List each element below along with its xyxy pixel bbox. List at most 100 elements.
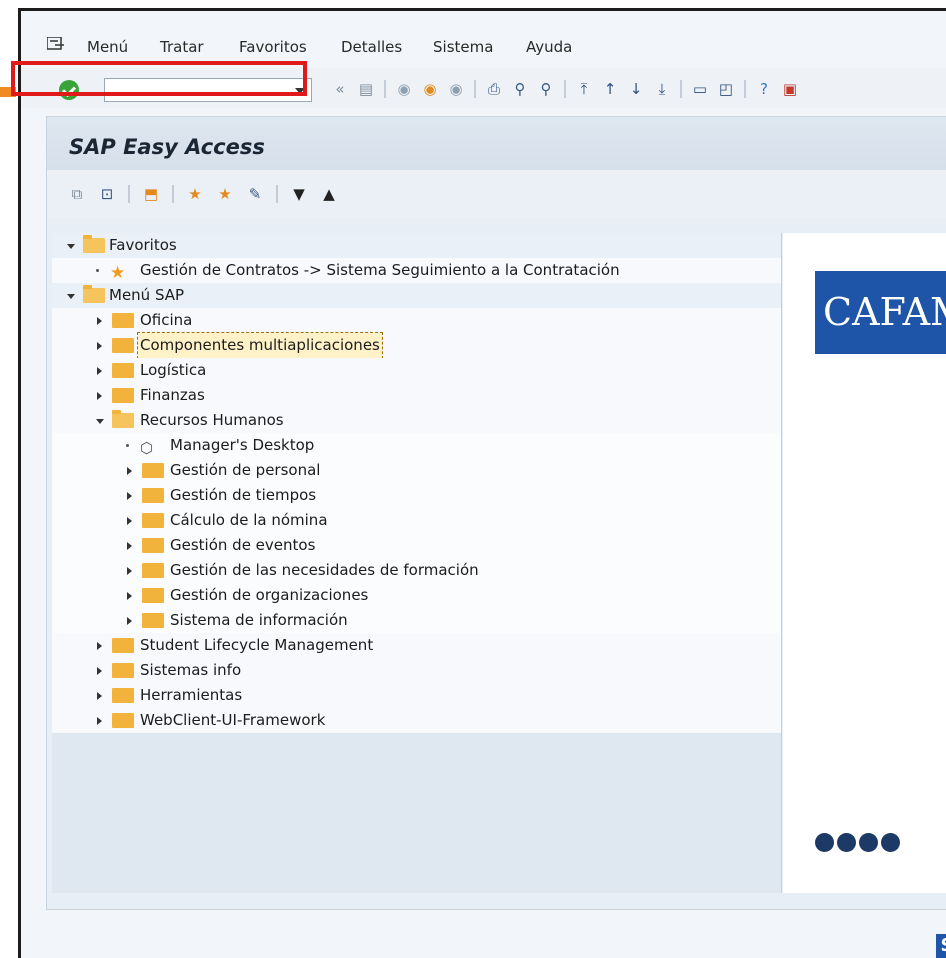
toolbar-separator: [384, 80, 386, 98]
add-favorite-icon[interactable]: ★: [183, 182, 207, 206]
expand-arrow-icon[interactable]: [127, 617, 132, 625]
find-next-icon[interactable]: ⚲: [535, 78, 557, 100]
tree-node-recursos-humanos[interactable]: Recursos Humanos: [52, 408, 782, 433]
customize-layout-icon[interactable]: ▣: [779, 78, 801, 100]
tree-node-herramientas[interactable]: Herramientas: [52, 683, 782, 708]
sap-status-badge: S: [936, 934, 946, 958]
tree-node-favorite-item[interactable]: ★ Gestión de Contratos -> Sistema Seguim…: [52, 258, 782, 283]
tree-node-gestion-formacion[interactable]: Gestión de las necesidades de formación: [52, 558, 782, 583]
sap-menu-icon[interactable]: ⊡: [95, 182, 119, 206]
folder-icon: [112, 388, 134, 403]
folder-icon: [142, 463, 164, 478]
tree-node-gestion-eventos[interactable]: Gestión de eventos: [52, 533, 782, 558]
easy-access-toolbar: ⧉ ⊡ ⬒ ★ ★ ✎ ▼ ▲: [47, 170, 946, 218]
tree-node-label: Sistemas info: [140, 661, 242, 679]
expand-arrow-icon[interactable]: [127, 567, 132, 575]
delete-favorite-icon[interactable]: ★: [213, 182, 237, 206]
expand-arrow-icon[interactable]: [97, 342, 102, 350]
next-page-icon[interactable]: ↓: [625, 78, 647, 100]
tree-node-finanzas[interactable]: Finanzas: [52, 383, 782, 408]
bullet: [126, 444, 129, 447]
tree-node-menu-sap[interactable]: Menú SAP: [52, 283, 782, 308]
tree-node-label: Recursos Humanos: [140, 411, 284, 429]
tree-node-logistica[interactable]: Logística: [52, 358, 782, 383]
tree-node-label: Gestión de Contratos -> Sistema Seguimie…: [140, 261, 620, 279]
expand-arrow-icon[interactable]: [127, 542, 132, 550]
expand-arrow-icon[interactable]: [97, 367, 102, 375]
expand-arrow-icon[interactable]: [127, 492, 132, 500]
tree-node-calculo-nomina[interactable]: Cálculo de la nómina: [52, 508, 782, 533]
expand-arrow-icon[interactable]: [127, 467, 132, 475]
expand-arrow-icon[interactable]: [97, 692, 102, 700]
company-logo-area: CAFAM: [783, 233, 946, 893]
menu-item-favoritos[interactable]: Favoritos: [239, 38, 307, 56]
last-page-icon[interactable]: ⤓: [651, 78, 673, 100]
other-menu-icon[interactable]: ⧉: [65, 182, 89, 206]
menu-item-detalles[interactable]: Detalles: [341, 38, 402, 56]
tree-node-componentes[interactable]: Componentes multiaplicaciones: [52, 332, 782, 359]
expand-arrow-icon[interactable]: [97, 717, 102, 725]
help-icon[interactable]: ?: [753, 78, 775, 100]
folder-icon: [142, 563, 164, 578]
create-session-icon[interactable]: ▭: [689, 78, 711, 100]
user-menu-icon[interactable]: ⬒: [139, 182, 163, 206]
tree-node-student-lifecycle[interactable]: Student Lifecycle Management: [52, 633, 782, 658]
expand-arrow-icon[interactable]: [97, 317, 102, 325]
back-icon[interactable]: ◉: [393, 78, 415, 100]
tree-node-label: WebClient-UI-Framework: [140, 711, 326, 729]
folder-icon: [142, 513, 164, 528]
expand-arrow-icon[interactable]: [67, 244, 75, 249]
menu-item-ayuda[interactable]: Ayuda: [526, 38, 572, 56]
edit-pencil-icon[interactable]: ✎: [243, 182, 267, 206]
exit-icon[interactable]: ◉: [419, 78, 441, 100]
expand-arrow-icon[interactable]: [67, 294, 75, 299]
tree-node-label: Componentes multiaplicaciones: [137, 332, 383, 359]
tree-node-gestion-organizaciones[interactable]: Gestión de organizaciones: [52, 583, 782, 608]
folder-icon: [112, 363, 134, 378]
first-page-icon[interactable]: ⤒: [573, 78, 595, 100]
previous-page-icon[interactable]: ↑: [599, 78, 621, 100]
menu-item-sistema[interactable]: Sistema: [433, 38, 493, 56]
expand-arrow-icon[interactable]: [96, 419, 104, 424]
tree-node-oficina[interactable]: Oficina: [52, 308, 782, 333]
save-icon[interactable]: ▤: [355, 78, 377, 100]
menu-toggle-icon[interactable]: [47, 37, 65, 51]
toolbar-icons: « ▤ ◉ ◉ ◉ ⎙ ⚲ ⚲ ⤒ ↑ ↓ ⤓ ▭ ◰ ? ▣: [329, 77, 801, 101]
toolbar-separator: [172, 185, 174, 203]
move-up-icon[interactable]: ▲: [317, 182, 341, 206]
menu-item-menu[interactable]: Menú: [87, 38, 128, 56]
tree-node-webclient[interactable]: WebClient-UI-Framework: [52, 708, 782, 733]
tree-node-sistemas-info[interactable]: Sistemas info: [52, 658, 782, 683]
find-icon[interactable]: ⚲: [509, 78, 531, 100]
instagram-icon: [881, 833, 900, 852]
tree-node-sistema-informacion[interactable]: Sistema de información: [52, 608, 782, 633]
tree-node-managers-desktop[interactable]: ⬡ Manager's Desktop: [52, 433, 782, 458]
tree-node-label: Manager's Desktop: [170, 436, 315, 454]
shortcut-icon[interactable]: ◰: [715, 78, 737, 100]
tree-node-gestion-tiempos[interactable]: Gestión de tiempos: [52, 483, 782, 508]
easy-access-panel: SAP Easy Access ⧉ ⊡ ⬒ ★ ★ ✎ ▼ ▲ Favorito…: [46, 116, 946, 910]
expand-arrow-icon[interactable]: [97, 642, 102, 650]
menu-tree: Favoritos ★ Gestión de Contratos -> Sist…: [52, 233, 782, 893]
splitter-handle[interactable]: [781, 233, 782, 893]
sap-window: Menú Tratar Favoritos Detalles Sistema A…: [18, 8, 946, 958]
print-icon[interactable]: ⎙: [483, 78, 505, 100]
highlight-box: [11, 61, 307, 96]
tree-node-label: Favoritos: [109, 236, 177, 254]
expand-arrow-icon[interactable]: [127, 592, 132, 600]
toolbar-separator: [128, 185, 130, 203]
expand-arrow-icon[interactable]: [97, 392, 102, 400]
facebook-icon: [815, 833, 834, 852]
back-double-arrow-icon[interactable]: «: [329, 78, 351, 100]
cancel-icon[interactable]: ◉: [445, 78, 467, 100]
toolbar-separator: [680, 80, 682, 98]
expand-arrow-icon[interactable]: [127, 517, 132, 525]
tree-node-label: Student Lifecycle Management: [140, 636, 374, 654]
folder-icon: [112, 713, 134, 728]
tree-node-gestion-personal[interactable]: Gestión de personal: [52, 458, 782, 483]
menu-item-tratar[interactable]: Tratar: [160, 38, 204, 56]
folder-icon: [112, 638, 134, 653]
tree-node-favoritos[interactable]: Favoritos: [52, 233, 782, 258]
move-down-icon[interactable]: ▼: [287, 182, 311, 206]
expand-arrow-icon[interactable]: [97, 667, 102, 675]
